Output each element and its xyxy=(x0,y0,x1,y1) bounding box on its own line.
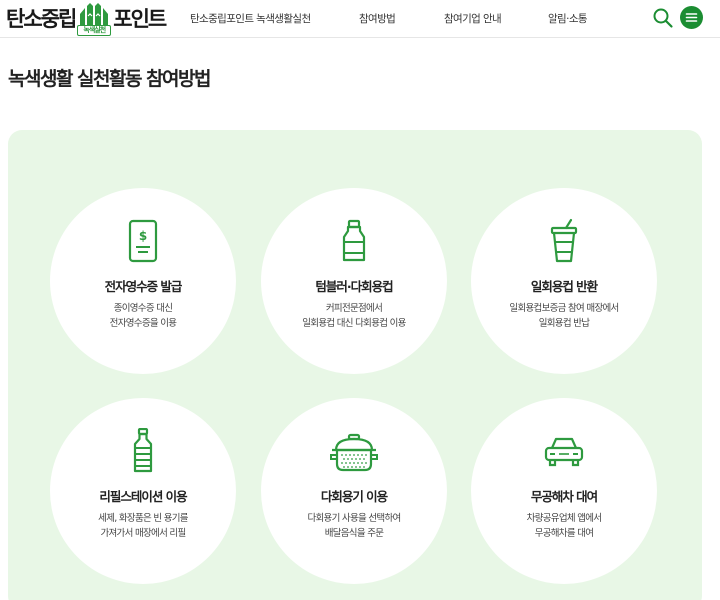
nav-item-notice[interactable]: 알림·소통 xyxy=(548,11,588,26)
card-desc-line: 배달음식을 주문 xyxy=(324,528,384,539)
card-desc-line: 일회용컵 대신 다회용컵 이용 xyxy=(302,318,406,329)
logo-building-icon: 녹색실천 xyxy=(77,2,112,36)
card-desc-line: 세제, 화장품은 빈 용기를 xyxy=(98,513,188,524)
car-icon xyxy=(544,437,584,467)
card-reusable-container[interactable]: 다회용기 이용 다회용기 사용을 선택하여 배달음식을 주문 xyxy=(261,398,447,584)
nav-item-partner-companies[interactable]: 참여기업 안내 xyxy=(444,11,502,26)
card-refill-station[interactable]: 리필스테이션 이용 세제, 화장품은 빈 용기를 가져가서 매장에서 리필 xyxy=(50,398,236,584)
hamburger-menu-icon xyxy=(685,13,698,22)
card-desc-line: 종이영수증 대신 xyxy=(113,303,173,314)
card-desc-line: 가져가서 매장에서 리필 xyxy=(100,528,186,539)
nav-item-how-to-join[interactable]: 참여방법 xyxy=(359,11,396,26)
tumbler-bottle-icon xyxy=(342,219,366,262)
card-cup-return[interactable]: 일회용컵 반환 일회용컵보증금 참여 매장에서 일회용컵 반납 xyxy=(471,188,657,374)
card-desc-line: 무공해차를 대여 xyxy=(534,528,594,539)
card-title: 텀블러·다회용컵 xyxy=(315,279,393,294)
site-header: 탄소중립 녹색실천 포인트 탄소중립포인트 녹색생활실천 참여방법 참여기업 안… xyxy=(0,0,720,38)
card-description: 다회용기 사용을 선택하여 배달음식을 주문 xyxy=(261,511,447,541)
e-receipt-icon: $ xyxy=(128,219,158,263)
menu-button[interactable] xyxy=(680,6,703,29)
card-description: 커피전문점에서 일회용컵 대신 다회용컵 이용 xyxy=(261,301,447,331)
card-title: 일회용컵 반환 xyxy=(530,279,598,294)
logo-text-right: 포인트 xyxy=(113,6,167,31)
refill-bottle-icon xyxy=(133,428,153,473)
card-title: 리필스테이션 이용 xyxy=(99,489,187,504)
logo-text-left: 탄소중립 xyxy=(6,6,77,31)
logo-sub-label: 녹색실천 xyxy=(77,25,112,36)
card-title: 전자영수증 발급 xyxy=(104,279,183,294)
nav-item-green-life[interactable]: 탄소중립포인트 녹색생활실천 xyxy=(190,11,311,26)
page-title: 녹색생활 실천활동 참여방법 xyxy=(8,68,212,90)
card-desc-line: 다회용기 사용을 선택하여 xyxy=(307,513,401,524)
card-description: 차량공유업체 앱에서 무공해차를 대여 xyxy=(471,511,657,541)
card-ev-rental[interactable]: 무공해차 대여 차량공유업체 앱에서 무공해차를 대여 xyxy=(471,398,657,584)
search-icon xyxy=(653,8,673,28)
card-description: 일회용컵보증금 참여 매장에서 일회용컵 반납 xyxy=(471,301,657,331)
svg-text:$: $ xyxy=(139,229,147,243)
card-tumbler[interactable]: 텀블러·다회용컵 커피전문점에서 일회용컵 대신 다회용컵 이용 xyxy=(261,188,447,374)
card-desc-line: 일회용컵 반납 xyxy=(538,318,590,329)
card-desc-line: 일회용컵보증금 참여 매장에서 xyxy=(509,303,619,314)
card-description: 종이영수증 대신 전자영수증을 이용 xyxy=(50,301,236,331)
card-description: 세제, 화장품은 빈 용기를 가져가서 매장에서 리필 xyxy=(50,511,236,541)
card-desc-line: 차량공유업체 앱에서 xyxy=(526,513,602,524)
card-desc-line: 전자영수증을 이용 xyxy=(109,318,177,329)
search-button[interactable] xyxy=(651,6,675,30)
card-e-receipt[interactable]: $ 전자영수증 발급 종이영수증 대신 전자영수증을 이용 xyxy=(50,188,236,374)
card-desc-line: 커피전문점에서 xyxy=(325,303,383,314)
card-title: 다회용기 이용 xyxy=(320,489,388,504)
site-logo[interactable]: 탄소중립 녹색실천 포인트 xyxy=(6,2,167,36)
cooking-pot-icon xyxy=(330,433,378,472)
disposable-cup-icon xyxy=(550,218,578,263)
card-title: 무공해차 대여 xyxy=(530,489,598,504)
